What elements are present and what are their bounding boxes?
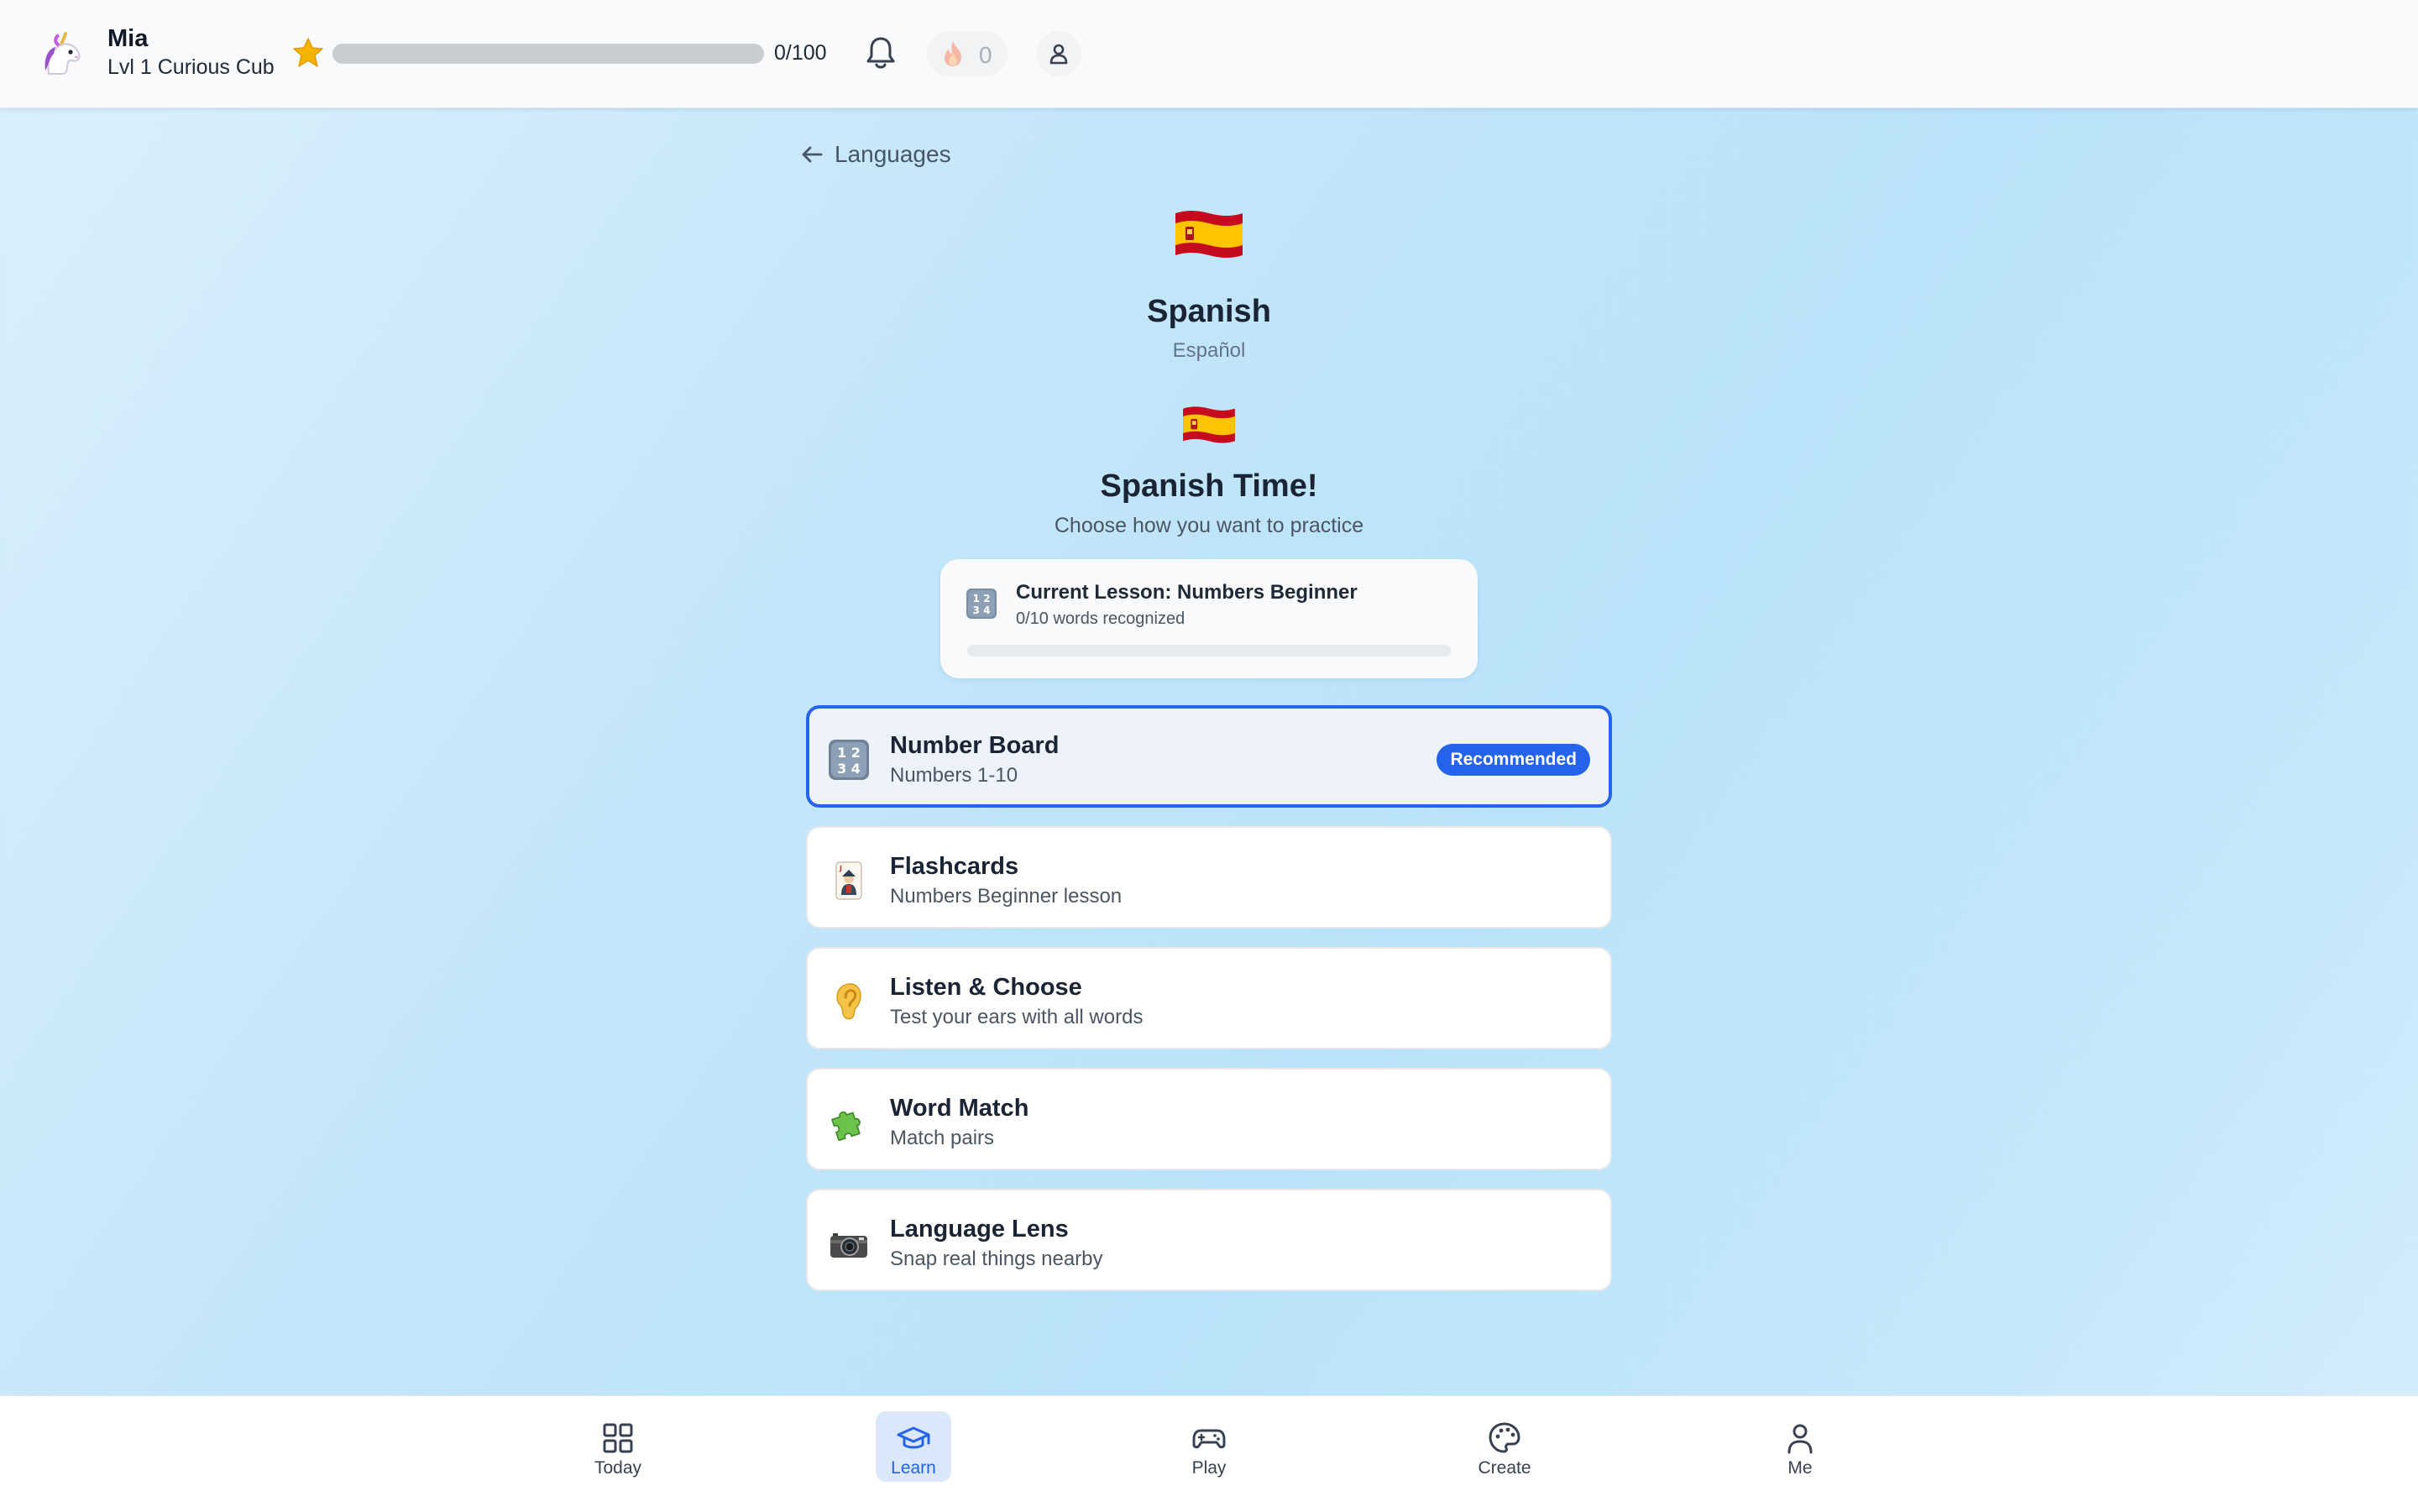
current-lesson-card: 1 2 3 4 Current Lesson: Numbers Beginner… — [940, 559, 1478, 678]
graduation-cap-icon — [897, 1426, 930, 1449]
person-icon — [1049, 44, 1068, 65]
current-lesson-title: Current Lesson: Numbers Beginner — [1016, 581, 1358, 604]
option-word-match[interactable]: Word Match Match pairs — [806, 1068, 1612, 1170]
streak-count: 0 — [979, 42, 992, 68]
nav-label: Learn — [891, 1458, 936, 1478]
nav-create[interactable]: Create — [1467, 1411, 1542, 1482]
svg-text:3 4: 3 4 — [973, 604, 991, 616]
nav-label: Play — [1191, 1458, 1227, 1478]
option-subtitle: Test your ears with all words — [890, 1006, 1144, 1028]
option-title: Language Lens — [890, 1216, 1069, 1243]
streak-counter[interactable]: 0 — [927, 31, 1008, 76]
option-title: Listen & Choose — [890, 974, 1082, 1001]
option-subtitle: Match pairs — [890, 1127, 995, 1149]
star-icon — [293, 38, 323, 67]
user-name: Mia — [107, 25, 149, 52]
flame-icon — [945, 41, 961, 66]
ear-icon — [836, 983, 861, 1020]
nav-learn[interactable]: Learn — [876, 1411, 951, 1482]
bell-icon — [866, 37, 895, 69]
palette-icon — [1489, 1422, 1520, 1453]
nav-label: Me — [1787, 1458, 1813, 1478]
nav-label: Today — [594, 1458, 642, 1478]
puzzle-icon — [831, 1111, 861, 1142]
top-bar: Mia Lvl 1 Curious Cub 0/100 0 — [0, 0, 2418, 108]
user-level: Lvl 1 Curious Cub — [107, 55, 275, 79]
person-icon — [1787, 1424, 1813, 1454]
nav-play[interactable]: Play — [1171, 1411, 1247, 1482]
nav-today[interactable]: Today — [580, 1411, 656, 1482]
language-native-name: Español — [1172, 339, 1246, 362]
option-number-board[interactable]: 1 2 3 4 Number Board Numbers 1-10 Recomm… — [806, 705, 1612, 808]
option-title: Word Match — [890, 1095, 1029, 1122]
page-title: Spanish Time! — [1100, 468, 1318, 504]
recommended-badge: Recommended — [1437, 744, 1590, 776]
grid-icon — [603, 1423, 633, 1453]
option-language-lens[interactable]: Language Lens Snap real things nearby — [806, 1189, 1612, 1291]
svg-text:3 4: 3 4 — [837, 761, 861, 777]
back-label: Languages — [835, 141, 951, 167]
numbers-icon: 1 2 3 4 — [966, 589, 997, 619]
numbers-icon: 1 2 3 4 — [829, 740, 869, 780]
playing-card-icon: J — [835, 861, 862, 900]
option-subtitle: Snap real things nearby — [890, 1248, 1103, 1270]
xp-progress-bar — [332, 44, 764, 64]
language-name: Spanish — [1147, 294, 1271, 329]
xp-text: 0/100 — [774, 41, 827, 65]
svg-text:J: J — [839, 865, 842, 872]
option-listen-and-choose[interactable]: Listen & Choose Test your ears with all … — [806, 947, 1612, 1049]
page-subtitle: Choose how you want to practice — [1054, 514, 1364, 537]
svg-text:1 2: 1 2 — [973, 593, 991, 604]
profile-button[interactable] — [1036, 31, 1081, 76]
current-lesson-progress-text: 0/10 words recognized — [1016, 610, 1185, 628]
spain-flag-icon — [1183, 406, 1235, 443]
option-subtitle: Numbers Beginner lesson — [890, 885, 1123, 908]
back-to-languages-link[interactable]: Languages — [799, 138, 951, 171]
unicorn-icon[interactable] — [37, 29, 87, 79]
spain-flag-icon — [1175, 211, 1243, 258]
nav-label: Create — [1478, 1458, 1531, 1478]
svg-text:1 2: 1 2 — [837, 745, 861, 761]
option-title: Flashcards — [890, 853, 1019, 880]
bottom-navigation: Today Learn Play Create Me — [0, 1395, 2418, 1512]
nav-me[interactable]: Me — [1762, 1411, 1838, 1482]
notifications-button[interactable] — [861, 34, 900, 72]
option-subtitle: Numbers 1-10 — [890, 764, 1018, 787]
lesson-progress-bar — [967, 645, 1451, 657]
option-title: Number Board — [890, 732, 1060, 759]
gamepad-icon — [1192, 1429, 1226, 1449]
arrow-left-icon — [802, 146, 823, 163]
camera-icon — [830, 1233, 867, 1258]
option-flashcards[interactable]: J Flashcards Numbers Beginner lesson — [806, 826, 1612, 929]
